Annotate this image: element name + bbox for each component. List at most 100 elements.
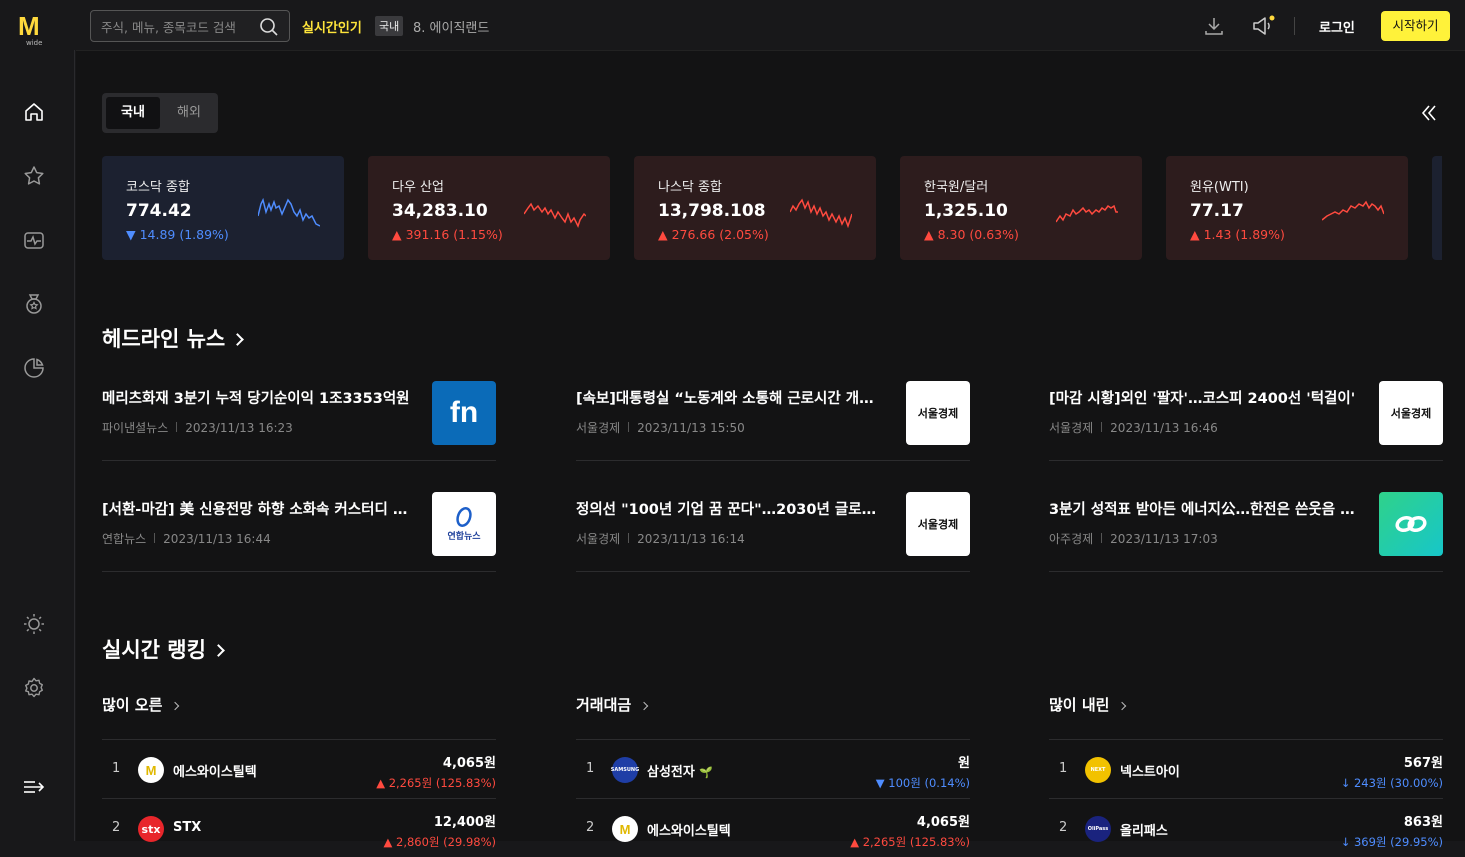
stock-logo: NEXT — [1085, 757, 1111, 783]
chevron-right-icon — [231, 333, 245, 346]
rank-row[interactable]: 1 NEXT 넥스트아이 567원 ↓ 243원 (30.00%) — [1049, 739, 1443, 798]
chevron-right-icon — [171, 701, 180, 711]
index-card[interactable]: 나스닥 종합 13,798.108 ▲ 276.66 (2.05%) — [634, 156, 876, 260]
login-button[interactable]: 로그인 — [1319, 17, 1355, 36]
stock-price: 4,065원 — [916, 815, 970, 830]
sidebar — [0, 50, 75, 841]
rank-column-label: 많이 내린 — [1049, 696, 1110, 714]
index-card[interactable]: 원유(WTI) 77.17 ▲ 1.43 (1.89%) — [1166, 156, 1408, 260]
expand-sidebar-icon[interactable] — [22, 775, 46, 799]
news-time: 2023/11/13 15:50 — [637, 421, 745, 435]
logo-sub: wide — [26, 39, 43, 47]
stock-change: ↓ 243원 (30.00%) — [1340, 776, 1443, 790]
news-source: 연합뉴스 — [102, 532, 147, 546]
news-item[interactable]: 3분기 성적표 받아든 에너지公…한전은 쓴웃음 가스공사는 아주경제 2023/… — [1049, 492, 1443, 572]
rank-row[interactable]: 2 stx STX 12,400원 ▲ 2,860원 (29.98%) — [102, 798, 496, 857]
rank-row[interactable]: 1 SAMSUNG 삼성전자 🌱 원 ▼ 100원 (0.14%) — [576, 739, 970, 798]
pie-chart-icon[interactable] — [22, 356, 46, 380]
news-source: 아주경제 — [1049, 532, 1094, 546]
index-name: 원유(WTI) — [1190, 180, 1249, 195]
rank-row[interactable]: 2 OliPass 올리패스 863원 ↓ 369원 (29.95%) — [1049, 798, 1443, 857]
index-change: ▲ 276.66 (2.05%) — [658, 227, 769, 242]
star-icon[interactable] — [22, 164, 46, 188]
stock-price: 12,400원 — [433, 815, 496, 830]
index-card[interactable]: 코스닥 종합 774.42 ▼ 14.89 (1.89%) — [102, 156, 344, 260]
news-meta: 아주경제 2023/11/13 17:03 — [1049, 530, 1218, 547]
rank-column-title[interactable]: 거래대금 — [576, 694, 649, 715]
news-meta: 연합뉴스 2023/11/13 16:44 — [102, 530, 271, 547]
rank-number: 1 — [112, 761, 121, 776]
headline-news-title[interactable]: 헤드라인 뉴스 — [102, 323, 245, 353]
rank-number: 2 — [112, 820, 121, 835]
seoul-economy-logo: 서울경제 — [906, 381, 970, 445]
news-time: 2023/11/13 17:03 — [1110, 532, 1218, 546]
sparkline — [790, 198, 852, 228]
news-time: 2023/11/13 16:23 — [185, 421, 293, 435]
sparkline — [258, 197, 320, 227]
index-change: ▲ 8.30 (0.63%) — [924, 227, 1019, 242]
realtime-popular-label[interactable]: 실시간인기 — [302, 17, 362, 36]
index-value: 1,325.10 — [924, 201, 1008, 221]
stock-change: ▲ 2,860원 (29.98%) — [383, 835, 496, 849]
index-card[interactable]: 한국원/달러 1,325.10 ▲ 8.30 (0.63%) — [900, 156, 1142, 260]
rank-row[interactable]: 1 M 에스와이스틸텍 4,065원 ▲ 2,265원 (125.83%) — [102, 739, 496, 798]
download-icon[interactable] — [1202, 14, 1226, 38]
collapse-icon[interactable] — [1417, 101, 1441, 125]
divider — [1101, 533, 1103, 543]
brightness-icon[interactable] — [22, 612, 46, 636]
rank-row[interactable]: 2 M 에스와이스틸텍 4,065원 ▲ 2,265원 (125.83%) — [576, 798, 970, 857]
news-source: 서울경제 — [576, 532, 621, 546]
news-item[interactable]: [속보]대통령실 “노동계와 소통해 근로시간 개편안 마련” 서울경제 2023… — [576, 381, 970, 461]
medal-icon[interactable] — [22, 292, 46, 316]
start-button[interactable]: 시작하기 — [1381, 11, 1450, 41]
market-tabs: 국내 해외 — [102, 93, 218, 133]
announcement-icon[interactable] — [1250, 14, 1276, 38]
stock-name: 올리패스 — [1120, 824, 1168, 839]
fn-news-logo: fn — [432, 381, 496, 445]
stock-logo: stx — [138, 816, 164, 842]
chevron-right-icon — [1118, 701, 1127, 711]
search-icon[interactable] — [259, 17, 279, 37]
tab-overseas[interactable]: 해외 — [164, 97, 214, 129]
stock-logo: OliPass — [1085, 816, 1111, 842]
news-meta: 파이낸셜뉴스 2023/11/13 16:23 — [102, 419, 293, 436]
stock-logo: M — [138, 757, 164, 783]
market-pulse-icon[interactable] — [22, 228, 46, 252]
index-name: 한국원/달러 — [924, 180, 989, 195]
divider — [1101, 422, 1103, 432]
search-input[interactable] — [101, 17, 251, 37]
news-meta: 서울경제 2023/11/13 16:14 — [576, 530, 745, 547]
realtime-popular-item[interactable]: 8. 에이직랜드 — [413, 17, 489, 36]
realtime-ranking-title[interactable]: 실시간 랭킹 — [102, 634, 225, 664]
news-time: 2023/11/13 16:44 — [163, 532, 271, 546]
rank-number: 2 — [586, 820, 595, 835]
stock-change: ▼ 100원 (0.14%) — [875, 776, 970, 790]
tab-domestic[interactable]: 국내 — [106, 97, 160, 129]
aju-economy-logo — [1379, 492, 1443, 556]
sparkline — [1322, 200, 1384, 221]
index-value: 34,283.10 — [392, 201, 488, 221]
yonhap-news-logo: 연합뉴스 — [432, 492, 496, 556]
news-item[interactable]: [마감 시황]외인 '팔자'…코스피 2400선 '턱걸이' 서울경제 2023/… — [1049, 381, 1443, 461]
rank-column-title[interactable]: 많이 오른 — [102, 694, 180, 715]
news-item[interactable]: [서환-마감] 美 신용전망 하향 소화속 커스터디 매도 연합뉴스 2023/1… — [102, 492, 496, 572]
realtime-ranking-label: 실시간 랭킹 — [102, 638, 206, 662]
index-card[interactable]: 다우 산업 34,283.10 ▲ 391.16 (1.15%) — [368, 156, 610, 260]
news-source: 서울경제 — [576, 421, 621, 435]
rank-column-title[interactable]: 많이 내린 — [1049, 694, 1127, 715]
stock-name: 삼성전자 🌱 — [647, 761, 713, 780]
index-change: ▼ 14.89 (1.89%) — [126, 227, 229, 242]
stock-price: 원 — [958, 756, 970, 771]
settings-icon[interactable] — [22, 676, 46, 700]
search-box[interactable] — [90, 10, 290, 42]
news-headline: [마감 시황]외인 '팔자'…코스피 2400선 '턱걸이' — [1049, 391, 1356, 407]
news-item[interactable]: 정의선 "100년 기업 꿈 꾼다"…2030년 글로벌 전략 서울경제 2023… — [576, 492, 970, 572]
app-logo[interactable]: M wide — [18, 13, 50, 48]
index-card-next[interactable] — [1432, 156, 1442, 260]
index-change: ▲ 1.43 (1.89%) — [1190, 227, 1285, 242]
stock-change: ↓ 369원 (29.95%) — [1340, 835, 1443, 849]
seoul-economy-logo: 서울경제 — [1379, 381, 1443, 445]
chevron-right-icon — [639, 701, 649, 711]
home-icon[interactable] — [22, 100, 46, 124]
news-item[interactable]: 메리츠화재 3분기 누적 당기순이익 1조3353억원 파이낸셜뉴스 2023/1… — [102, 381, 496, 461]
